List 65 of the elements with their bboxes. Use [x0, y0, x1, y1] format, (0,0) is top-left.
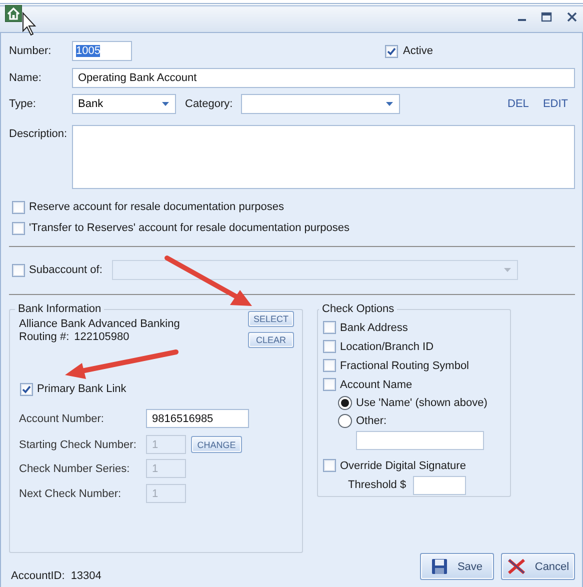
minimize-icon: [518, 19, 526, 21]
category-dropdown[interactable]: [240, 94, 400, 114]
maximize-icon: [541, 12, 552, 22]
checkbox-label: Reserve account for resale documentation purposes: [29, 201, 284, 213]
account-id-label: AccountID:: [11, 570, 65, 582]
field-label: Category:: [185, 98, 233, 110]
field-label: Name:: [9, 72, 42, 84]
group-title: Check Options: [321, 302, 396, 316]
mouse-pointer-icon: [22, 12, 36, 36]
save-icon: [431, 558, 448, 575]
dropdown-arrow-icon: [162, 102, 169, 106]
field-label: Threshold $: [348, 479, 408, 491]
field-label: Type:: [9, 98, 37, 110]
home-icon: [5, 5, 22, 22]
field-label: Account Number:: [19, 412, 105, 424]
checkbox-label: 'Transfer to Reserves' account for resale documentation purposes: [29, 222, 350, 234]
radio-label: Other:: [356, 415, 387, 427]
radio-label: Use 'Name' (shown above): [356, 397, 488, 409]
dropdown-arrow-icon: [504, 268, 512, 272]
save-button[interactable]: Save: [420, 553, 494, 580]
bank-name: Alliance Bank Advanced Banking: [19, 318, 180, 330]
checkbox-label: Override Digital Signature: [340, 460, 466, 472]
checkbox-label: Primary Bank Link: [37, 383, 126, 395]
bank-button[interactable]: SELECT: [248, 311, 294, 327]
type-dropdown[interactable]: Bank: [72, 94, 176, 114]
action-link[interactable]: EDIT: [542, 98, 568, 110]
radio-button[interactable]: [338, 414, 352, 428]
checkbox[interactable]: [323, 378, 336, 391]
group-title: Bank Information: [17, 302, 102, 316]
checkbox-label: Account Name: [340, 378, 412, 390]
checkbox[interactable]: [323, 340, 336, 353]
checkbox-label: Location/Branch ID: [340, 340, 434, 352]
checkbox[interactable]: [385, 44, 398, 58]
bank-button[interactable]: CLEAR: [248, 332, 294, 348]
number-field[interactable]: 1005: [72, 41, 132, 61]
checkbox[interactable]: [323, 359, 336, 372]
radio-button[interactable]: [338, 396, 352, 410]
field-label: Description:: [9, 128, 68, 142]
checkbox[interactable]: [12, 200, 25, 214]
selected-text: 1005: [76, 45, 100, 57]
checkbox[interactable]: [323, 321, 336, 334]
name-field[interactable]: Operating Bank Account: [72, 68, 575, 88]
checkbox-label: Bank Address: [340, 322, 408, 334]
checkbox-label: Active: [403, 45, 433, 57]
amount-field[interactable]: [413, 476, 466, 494]
account-id: 13304: [70, 570, 102, 582]
cancel-icon: [506, 558, 526, 575]
checkbox-label: Fractional Routing Symbol: [340, 360, 470, 372]
routing-number: 122105980: [74, 330, 130, 344]
checkbox[interactable]: [323, 459, 336, 472]
routing-label: Routing #:: [19, 330, 70, 344]
text-field[interactable]: [356, 431, 484, 450]
checkbox[interactable]: [20, 382, 33, 396]
field-label: Number:: [9, 45, 52, 57]
dropdown-arrow-icon: [386, 102, 393, 106]
field-label: Starting Check Number:: [19, 438, 138, 450]
close-icon: [567, 12, 577, 22]
field-label: Next Check Number:: [19, 488, 122, 500]
action-link[interactable]: DEL: [508, 98, 529, 110]
description-field[interactable]: [72, 125, 575, 189]
text-field[interactable]: 9816516985: [146, 409, 249, 428]
checkbox[interactable]: [12, 222, 25, 234]
field-label: Check Number Series:: [19, 462, 131, 474]
checkbox-label: Subaccount of:: [29, 264, 102, 276]
cancel-button[interactable]: Cancel: [501, 553, 575, 580]
